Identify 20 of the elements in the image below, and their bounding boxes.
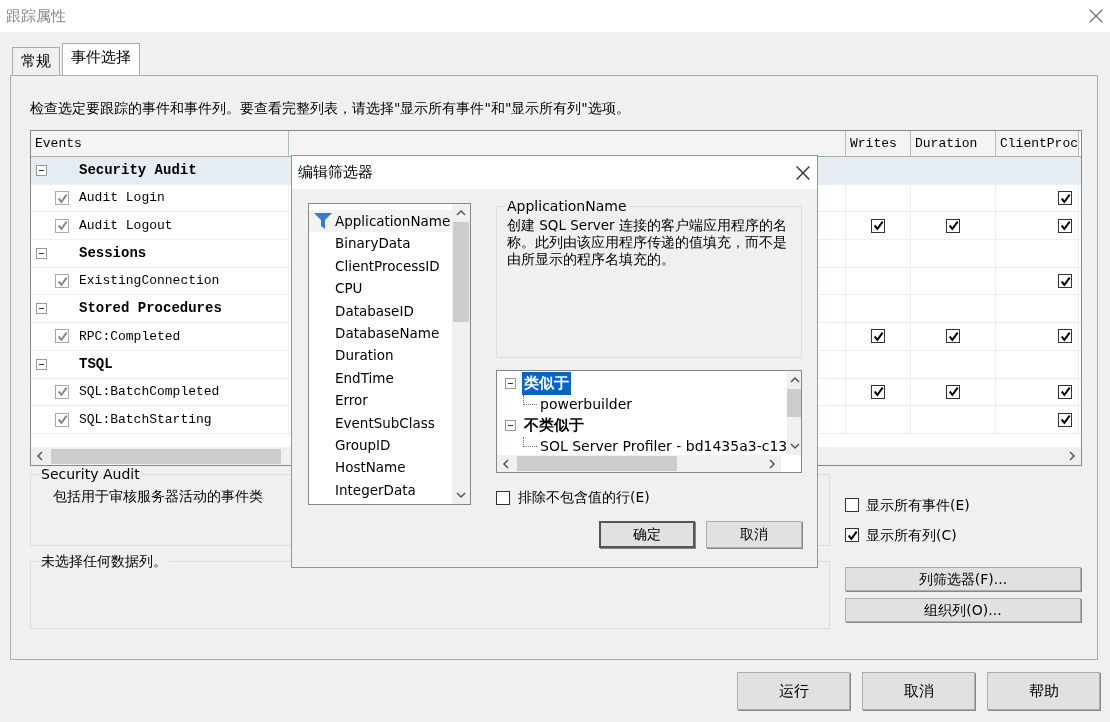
event-name: SQL:BatchCompleted [79,383,220,402]
dialog-title: 编辑筛选器 [298,162,373,184]
group-label: ApplicationName [505,198,629,214]
option-label: 排除不包含值的行(E) [518,488,650,507]
description-text: 包括用于审核服务器活动的事件类 [53,487,263,505]
event-name: Audit Login [79,189,165,208]
category-name: Security Audit [79,160,197,180]
instruction-text: 检查选定要跟踪的事件和事件列。要查看完整列表，请选择"显示所有事件"和"显示所有列"选项。 [30,99,631,116]
group-label: 未选择任何数据列。 [39,553,169,569]
window-title: 跟踪属性 [6,5,66,27]
option-label: 显示所有列(C) [866,525,957,545]
event-name: RPC:Completed [79,327,181,346]
category-name: Sessions [79,243,147,263]
option-label: 显示所有事件(E) [866,495,970,515]
event-name: ExistingConnection [79,272,220,291]
category-name: TSQL [79,354,113,374]
event-name: SQL:BatchStarting [79,410,212,429]
event-name: Audit Logout [79,216,173,235]
group-label: Security Audit [39,466,142,482]
category-name: Stored Procedures [79,299,222,319]
